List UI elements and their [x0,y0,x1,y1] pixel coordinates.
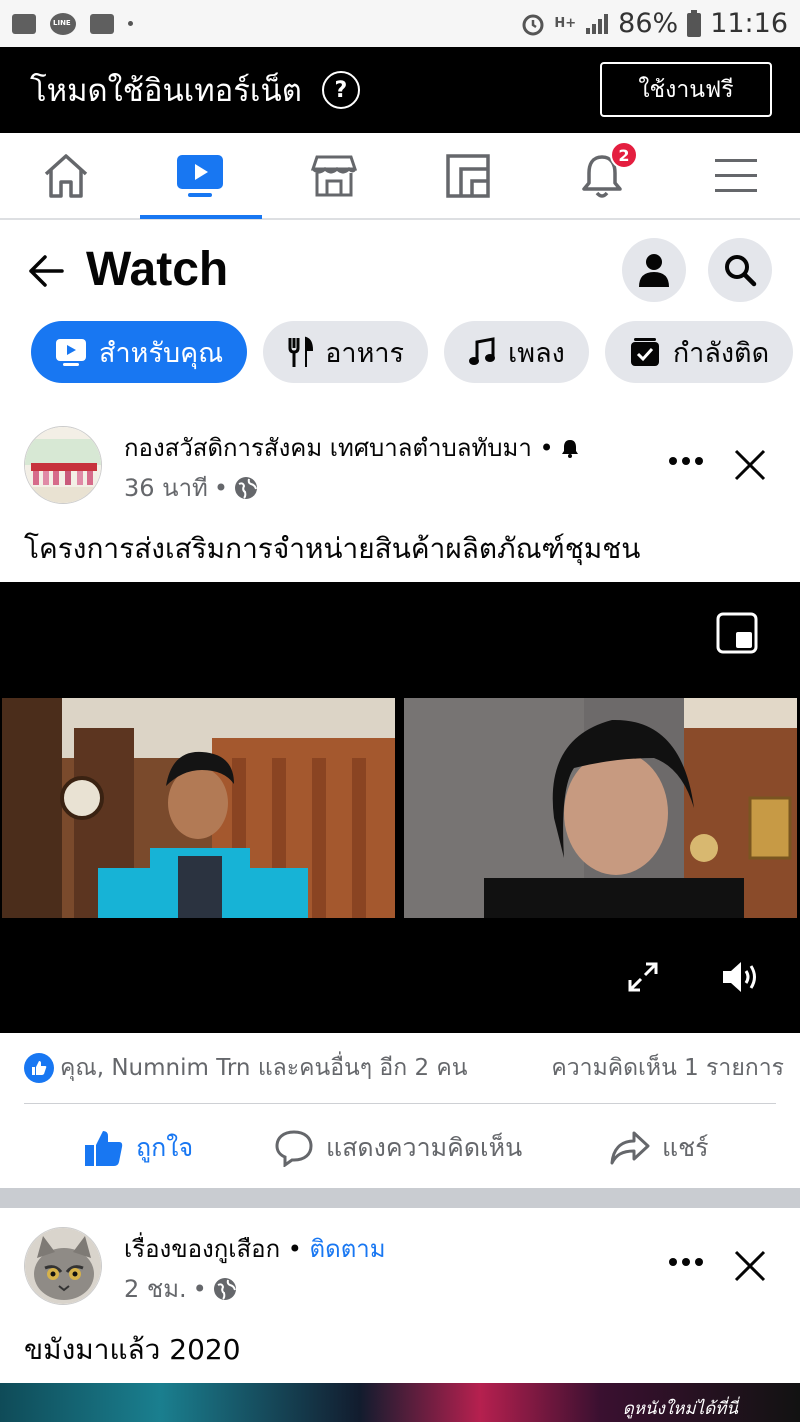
bell-icon [562,440,579,458]
share-icon [610,1131,650,1165]
share-button[interactable]: แชร์ [610,1110,709,1186]
globe-icon [235,476,258,499]
utensils-icon [288,336,314,367]
help-icon[interactable]: ? [321,71,360,109]
menu-icon [715,158,757,192]
battery-icon [687,9,702,37]
thumbs-up-icon [85,1131,123,1166]
chip-label: อาหาร [325,337,405,369]
page-name[interactable]: กองสวัสดิการสังคม เทศบาลตำบลทับมา • [124,428,579,467]
gmail-icon [90,13,114,34]
music-note-icon [469,337,496,365]
chip-label: เพลง [508,337,565,369]
comment-icon [275,1130,313,1167]
video-player[interactable]: ดูหนังใหม่ได้ที่นี่ [0,1383,800,1422]
search-icon [725,255,757,287]
post-header: เรื่องของกูเสือก • ติดตาม 2 ชม. • [0,1227,800,1317]
pip-icon[interactable] [716,612,758,654]
network-type: H+ [554,16,577,31]
volume-icon[interactable] [720,956,762,998]
battery-percent: 86% [618,8,679,39]
chip-for-you[interactable]: สำหรับคุณ [31,321,248,383]
chip-label: สำหรับคุณ [99,337,224,369]
banner-title: โหมดใช้อินเทอร์เน็ต [30,73,302,109]
watch-header: Watch [0,238,800,308]
marketplace-icon [310,155,358,196]
line-icon: LINE [50,12,76,35]
nav-menu[interactable] [676,133,796,218]
watch-category-chips: สำหรับคุณ อาหาร เพลง กำลังติด [31,321,794,383]
close-icon[interactable] [733,1249,767,1283]
post-time[interactable]: 2 ชม. [124,1269,187,1308]
reaction-summary[interactable]: คุณ, Numnim Trn และคนอื่นๆ อีก 2 คน [60,1050,468,1086]
page-name-text: เรื่องของกูเสือก [124,1235,281,1263]
fullscreen-icon[interactable] [626,960,660,994]
use-free-button[interactable]: ใช้งานฟรี [600,62,772,117]
search-button[interactable] [708,238,772,302]
back-arrow-icon[interactable] [28,254,64,288]
post-time[interactable]: 36 นาที [124,468,208,507]
more-notifications-dot [128,21,133,26]
page-avatar[interactable] [24,1227,102,1305]
video-frame-left [2,698,395,918]
post-meta: 36 นาที • [124,468,258,507]
post-actions: ถูกใจ แสดงความคิดเห็น แชร์ [0,1110,800,1186]
comment-label: แสดงความคิดเห็น [326,1133,523,1162]
chip-following[interactable]: กำลังติด [604,321,794,383]
close-icon[interactable] [733,448,767,482]
gaming-icon [446,153,490,198]
main-nav: 2 [0,133,800,220]
more-options-icon[interactable] [668,456,704,466]
chip-label: กำลังติด [672,337,770,369]
post-header: กองสวัสดิการสังคม เทศบาลตำบลทับมา • 36 น… [0,426,800,516]
nav-home[interactable] [6,133,126,218]
gallery-icon [12,13,36,34]
comments-count[interactable]: ความคิดเห็น 1 รายการ [551,1050,784,1086]
like-label: ถูกใจ [136,1133,194,1162]
data-mode-banner: โหมดใช้อินเทอร์เน็ต ? ใช้งานฟรี [0,47,800,133]
page-title: Watch [86,243,229,296]
page-name[interactable]: เรื่องของกูเสือก • ติดตาม [124,1229,386,1268]
person-icon [639,254,669,287]
feed-separator [0,1188,800,1208]
follow-button[interactable]: ติดตาม [310,1235,386,1263]
like-reaction-icon [24,1053,54,1083]
nav-notifications[interactable]: 2 [542,133,662,218]
chip-music[interactable]: เพลง [444,321,589,383]
home-icon [44,153,88,198]
clock: 11:16 [710,8,788,39]
chip-food[interactable]: อาหาร [263,321,429,383]
signal-icon [586,13,609,34]
watch-icon [177,154,223,197]
post-text: โครงการส่งเสริมการจำหน่ายสินค้าผลิตภัณฑ์… [24,532,641,565]
help-glyph: ? [334,77,348,103]
post-text: ขมังมาแล้ว 2020 [24,1333,241,1366]
profile-button[interactable] [622,238,686,302]
notification-badge: 2 [610,141,638,169]
post-meta: 2 ชม. • [124,1269,237,1308]
like-button[interactable]: ถูกใจ [84,1110,193,1186]
play-icon [56,339,86,366]
nav-gaming[interactable] [408,133,528,218]
video-player[interactable] [0,582,800,1033]
status-bar: LINE H+ 86% 11:16 [0,0,800,47]
divider [24,1103,776,1104]
following-icon [630,338,659,366]
video-overlay-text: ดูหนังใหม่ได้ที่นี่ [622,1399,738,1419]
comment-button[interactable]: แสดงความคิดเห็น [274,1110,522,1186]
page-avatar[interactable] [24,426,102,504]
more-options-icon[interactable] [668,1257,704,1267]
page-name-text: กองสวัสดิการสังคม เทศบาลตำบลทับมา [124,434,532,462]
globe-icon [213,1277,236,1300]
nav-marketplace[interactable] [274,133,394,218]
alarm-icon [522,14,544,35]
nav-watch[interactable] [140,133,262,219]
video-frame-right [404,698,797,918]
reactions-bar[interactable]: คุณ, Numnim Trn และคนอื่นๆ อีก 2 คน ความ… [24,1050,784,1086]
share-label: แชร์ [662,1133,709,1162]
